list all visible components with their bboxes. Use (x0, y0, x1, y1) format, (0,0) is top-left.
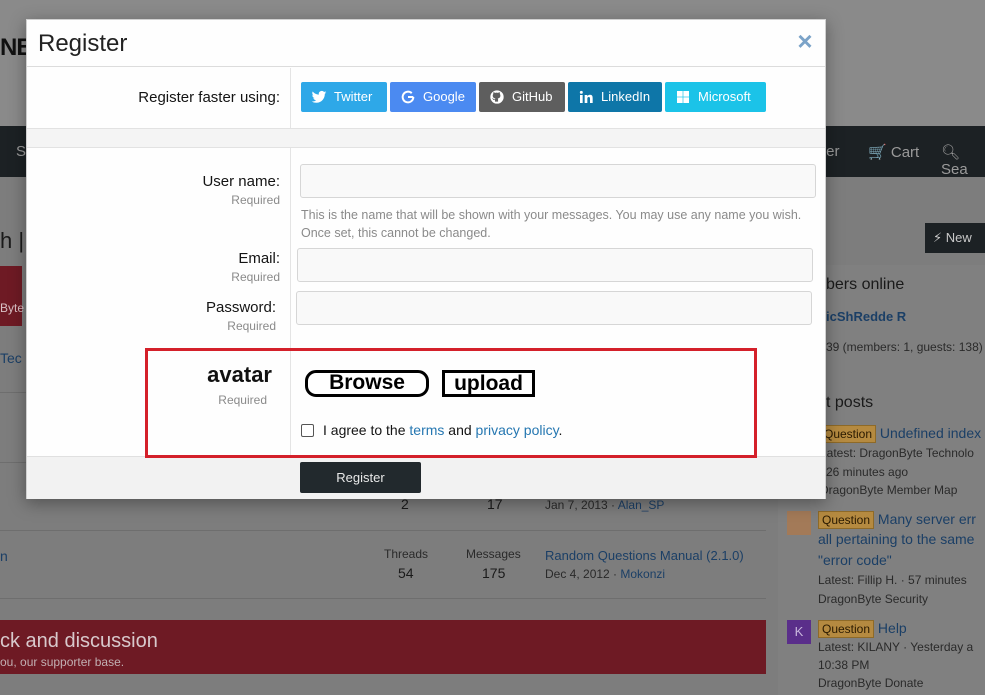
linkedin-icon (579, 90, 593, 103)
forum-name-fragment[interactable]: n (0, 548, 8, 564)
google-login-button[interactable]: Google (390, 82, 476, 112)
highlight-box (145, 348, 757, 458)
feedback-title: ck and discussion (0, 630, 158, 652)
post-title[interactable]: Help (878, 620, 907, 636)
latest-post-meta: Jan 7, 2013 · Alan_SP (545, 498, 665, 512)
microsoft-login-button[interactable]: Microsoft (665, 82, 766, 112)
password-input[interactable] (296, 291, 812, 325)
new-thread-button[interactable]: ⚡ New (925, 223, 985, 253)
email-label: Email: (238, 250, 280, 267)
twitter-label: Twitter (334, 89, 373, 104)
question-badge: Question (818, 620, 875, 638)
twitter-login-button[interactable]: Twitter (301, 82, 387, 112)
twitter-icon (311, 90, 327, 103)
post-forum: DragonByte Donate (818, 676, 924, 690)
column-divider (290, 68, 291, 128)
email-input[interactable] (297, 248, 813, 282)
username-required: Required (231, 193, 280, 207)
linkedin-label: LinkedIn (601, 89, 651, 104)
dialog-footer (27, 456, 825, 499)
user-avatar[interactable]: K (787, 620, 811, 644)
messages-count: 175 (482, 565, 506, 581)
row-divider (0, 530, 766, 531)
close-icon[interactable]: × (793, 28, 817, 54)
sidebar-post[interactable]: Question Undefined index (820, 425, 981, 443)
threads-label: Threads (384, 547, 429, 561)
messages-label: Messages (466, 547, 521, 561)
post-meta: Latest: Fillip H. · 57 minutes (818, 573, 967, 587)
search-icon: 🔍︎ (941, 144, 961, 161)
post-meta: Latest: KILANY · Yesterday a (818, 640, 974, 654)
nav-search[interactable]: 🔍︎Sea (941, 143, 985, 178)
question-badge: Question (820, 425, 877, 443)
latest-thread-link[interactable]: Random Questions Manual (2.1.0) (545, 548, 744, 563)
register-submit-button[interactable]: Register (300, 462, 421, 493)
question-badge: Question (818, 511, 875, 529)
bolt-icon: ⚡ (933, 230, 943, 245)
category-fragment: Byte (0, 301, 25, 315)
feedback-subtitle: ou, our supporter base. (0, 655, 125, 669)
section-separator (27, 128, 825, 148)
github-icon (490, 90, 504, 104)
row-divider (0, 598, 766, 599)
username-hint: This is the name that will be shown with… (301, 208, 802, 240)
post-time: 10:38 PM (818, 658, 870, 672)
forum-category-badge (0, 266, 22, 326)
post-title-line[interactable]: all pertaining to the same (818, 531, 974, 547)
post-meta: Latest: DragonByte Technolo (820, 446, 974, 460)
username-input[interactable] (300, 164, 816, 198)
latest-post-meta: Dec 4, 2012 · Mokonzi (545, 567, 666, 581)
online-member-link[interactable]: icShRedde R (826, 309, 906, 324)
github-label: GitHub (512, 89, 553, 104)
post-title[interactable]: Many server err (878, 511, 976, 527)
microsoft-label: Microsoft (698, 89, 751, 104)
linkedin-login-button[interactable]: LinkedIn (568, 82, 662, 112)
feedback-banner[interactable]: ck and discussion ou, our supporter base… (0, 620, 766, 674)
email-required: Required (231, 270, 280, 284)
user-avatar[interactable] (787, 511, 811, 535)
dialog-title: Register (38, 30, 128, 57)
password-label: Password: (205, 299, 276, 316)
page-title-fragment: h | (0, 228, 25, 253)
post-time: 26 minutes ago (826, 465, 909, 479)
dialog-header: Register × (27, 20, 825, 67)
members-online-count: 39 (members: 1, guests: 138) (826, 340, 983, 354)
google-icon (401, 90, 415, 104)
post-forum: DragonByte Member Map (820, 483, 958, 497)
nav-cart[interactable]: 🛒 Cart (868, 143, 919, 161)
nav-item[interactable]: S (16, 143, 26, 160)
github-login-button[interactable]: GitHub (479, 82, 565, 112)
username-label: User name: (202, 173, 280, 190)
google-label: Google (423, 89, 465, 104)
members-online-title: bers online (826, 276, 905, 293)
post-forum: DragonByte Security (818, 592, 929, 606)
sidebar-post[interactable]: Question Many server err (818, 511, 976, 529)
sidebar-post[interactable]: Question Help (818, 620, 907, 638)
cart-icon: 🛒 (868, 144, 887, 161)
password-required: Required (227, 319, 276, 333)
latest-posts-title: t posts (826, 394, 874, 411)
windows-icon (677, 91, 689, 103)
threads-count: 54 (398, 565, 414, 581)
forum-link-fragment[interactable]: Tec (0, 350, 22, 366)
social-login-label: Register faster using: (138, 89, 280, 106)
post-title-line[interactable]: "error code" (818, 552, 892, 568)
post-title[interactable]: Undefined index (880, 425, 981, 441)
